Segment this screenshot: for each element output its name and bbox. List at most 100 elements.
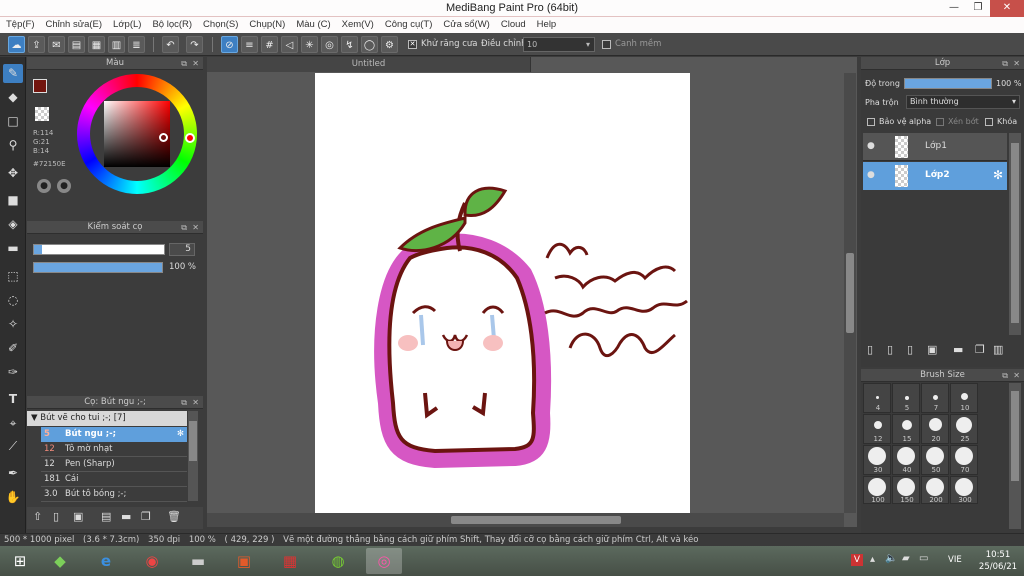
cross-snap-icon[interactable]: #: [261, 36, 278, 53]
menu-cloud[interactable]: Cloud: [495, 17, 531, 30]
brush-item[interactable]: 5 Bút ngu ;-; ✻: [41, 427, 187, 442]
ie-icon[interactable]: e: [88, 548, 124, 574]
brush-size-cell[interactable]: 200: [921, 476, 949, 504]
menu-layer[interactable]: Lớp(L): [107, 17, 146, 30]
menu-snap[interactable]: Chụp(N): [243, 17, 290, 30]
vivaldi-tray-icon[interactable]: V: [851, 554, 863, 566]
app-grid-icon[interactable]: ▦: [272, 548, 308, 574]
menu-color[interactable]: Màu (C): [290, 17, 335, 30]
brush-size-cell[interactable]: 100: [863, 476, 891, 504]
redo-icon[interactable]: ↷: [186, 36, 203, 53]
undock-icon[interactable]: ⧉: [1002, 57, 1008, 70]
gradient-tool-icon[interactable]: ▬: [3, 239, 23, 258]
menu-edit[interactable]: Chỉnh sửa(E): [40, 17, 108, 30]
undock-icon[interactable]: ⧉: [1002, 369, 1008, 382]
layer-row-selected[interactable]: ● Lớp2 ✻: [863, 162, 1007, 190]
eye-icon[interactable]: ●: [867, 170, 875, 180]
brush-size-cell[interactable]: 30: [863, 445, 891, 475]
input-language[interactable]: VIE: [948, 555, 962, 565]
menu-filter[interactable]: Bộ lọc(R): [146, 17, 197, 30]
brush-upload-icon[interactable]: ⇧: [33, 510, 42, 523]
volume-icon[interactable]: 🔈: [885, 553, 897, 564]
close-icon[interactable]: ✕: [1013, 57, 1020, 70]
brush-size-value[interactable]: 5: [169, 243, 195, 256]
eye-icon[interactable]: ●: [867, 141, 875, 151]
circle-snap-icon[interactable]: ◎: [321, 36, 338, 53]
snap-off-icon[interactable]: ⊘: [221, 36, 238, 53]
brush-size-slider[interactable]: [33, 244, 165, 255]
close-button[interactable]: ✕: [990, 0, 1024, 17]
undock-icon[interactable]: ⧉: [181, 57, 187, 70]
lasso-tool-icon[interactable]: ◌: [3, 291, 23, 310]
file-explorer-icon[interactable]: ▬: [180, 548, 216, 574]
restore-button[interactable]: ❐: [966, 0, 990, 17]
primary-color-swatch[interactable]: [33, 79, 47, 93]
parallel-snap-icon[interactable]: ≡: [241, 36, 258, 53]
palette-icon[interactable]: ●: [37, 179, 51, 193]
folder-icon[interactable]: ▬: [121, 510, 131, 523]
blur-tool-icon[interactable]: ⚲: [3, 136, 23, 155]
brush-size-cell[interactable]: 15: [892, 414, 920, 444]
canvas-vertical-scrollbar[interactable]: [844, 73, 856, 513]
adjust-value-select[interactable]: 10 ▾: [523, 37, 595, 52]
brush-size-scrollbar[interactable]: [1009, 383, 1021, 529]
brush-size-cell[interactable]: 7: [921, 383, 949, 413]
brush-opacity-slider[interactable]: [33, 262, 163, 273]
clipping-checkbox[interactable]: [936, 118, 944, 126]
hand-tool-icon[interactable]: ✋: [3, 488, 23, 507]
ellipse-snap-icon[interactable]: ◯: [361, 36, 378, 53]
canvas-horizontal-scrollbar[interactable]: [207, 513, 844, 527]
clock[interactable]: 10:51 25/06/21: [978, 549, 1018, 573]
layer-opacity-slider[interactable]: [904, 78, 992, 89]
undock-icon[interactable]: ⧉: [181, 396, 187, 409]
magic-wand-icon[interactable]: ✧: [3, 315, 23, 334]
eraser-tool-icon[interactable]: ◆: [3, 88, 23, 107]
text-tool-icon[interactable]: T: [3, 390, 23, 409]
folder-icon[interactable]: ▬: [953, 343, 963, 356]
transparent-swatch[interactable]: [35, 107, 49, 121]
minimize-button[interactable]: —: [942, 0, 966, 17]
gear-icon[interactable]: ✻: [993, 168, 1003, 182]
add-layer-menu-icon[interactable]: ▣: [927, 343, 937, 356]
close-icon[interactable]: ✕: [192, 57, 199, 70]
eyedropper-tool-icon[interactable]: ✒: [3, 464, 23, 483]
close-icon[interactable]: ✕: [1013, 369, 1020, 382]
copy-icon[interactable]: ❐: [141, 510, 151, 523]
new-layer-icon[interactable]: ▯: [867, 343, 873, 356]
menu-help[interactable]: Help: [531, 17, 562, 30]
menu-tools[interactable]: Công cụ(T): [379, 17, 438, 30]
move-tool-icon[interactable]: ✥: [3, 164, 23, 183]
curve-snap-icon[interactable]: ↯: [341, 36, 358, 53]
radial-snap-icon[interactable]: ✳: [301, 36, 318, 53]
menu-select[interactable]: Chọn(S): [197, 17, 243, 30]
protect-alpha-checkbox[interactable]: [867, 118, 875, 126]
soft-edge-checkbox[interactable]: [602, 40, 611, 49]
brush-size-cell[interactable]: 10: [950, 383, 978, 413]
divide-tool-icon[interactable]: ⟋: [3, 437, 23, 456]
chat-icon[interactable]: ▤: [68, 36, 85, 53]
sv-cursor[interactable]: [159, 133, 168, 142]
brush-item[interactable]: 12 Tô mờ nhạt: [41, 442, 187, 457]
new-brush-icon[interactable]: ▯: [53, 510, 59, 523]
brush-size-cell[interactable]: 300: [950, 476, 978, 504]
close-icon[interactable]: ✕: [192, 396, 199, 409]
brush-size-cell[interactable]: 4: [863, 383, 891, 413]
bucket-tool-icon[interactable]: ◈: [3, 215, 23, 234]
hue-wheel[interactable]: [77, 74, 197, 194]
layer-row[interactable]: ● Lớp1: [863, 133, 1007, 161]
brush-list-scrollbar[interactable]: [188, 411, 198, 501]
powerpoint-icon[interactable]: ▣: [226, 548, 262, 574]
bluestacks-icon[interactable]: ◆: [42, 548, 78, 574]
undo-icon[interactable]: ↶: [162, 36, 179, 53]
brush-size-cell[interactable]: 25: [950, 414, 978, 444]
document-tab[interactable]: Untitled: [207, 57, 531, 72]
vanishing-snap-icon[interactable]: ◁: [281, 36, 298, 53]
brush-tool-icon[interactable]: ✎: [3, 64, 23, 83]
brush-size-cell[interactable]: 70: [950, 445, 978, 475]
brush-item[interactable]: 181 Cái: [41, 472, 187, 487]
snap-settings-icon[interactable]: ⚙: [381, 36, 398, 53]
palette-add-icon[interactable]: ●: [57, 179, 71, 193]
brush-size-cell[interactable]: 150: [892, 476, 920, 504]
chrome-icon[interactable]: ◉: [134, 548, 170, 574]
close-icon[interactable]: ✕: [192, 221, 199, 234]
